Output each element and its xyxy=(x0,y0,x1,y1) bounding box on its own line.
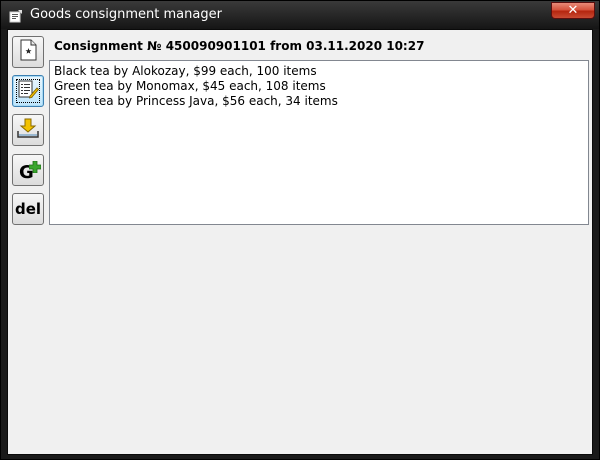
add-goods-button[interactable]: G xyxy=(12,154,44,186)
app-window: Goods consignment manager ✕ G del Consig… xyxy=(0,0,600,460)
new-document-button[interactable] xyxy=(12,36,44,68)
focus-rectangle xyxy=(16,79,40,103)
new-document-icon xyxy=(18,39,38,65)
client-area: G del Consignment № 450090901101 from 03… xyxy=(7,29,593,455)
window-title: Goods consignment manager xyxy=(30,7,222,22)
delete-button[interactable]: del xyxy=(12,193,44,225)
close-icon: ✕ xyxy=(567,3,579,18)
list-item[interactable]: Black tea by Alokozay, $99 each, 100 ite… xyxy=(50,64,588,79)
title-bar[interactable]: Goods consignment manager ✕ xyxy=(1,1,599,29)
list-item[interactable]: Green tea by Monomax, $45 each, 108 item… xyxy=(50,79,588,94)
list-item[interactable]: Green tea by Princess Java, $56 each, 34… xyxy=(50,94,588,109)
app-icon[interactable] xyxy=(9,8,23,23)
consignment-heading: Consignment № 450090901101 from 03.11.20… xyxy=(54,39,425,53)
plus-icon xyxy=(28,158,42,177)
edit-document-button[interactable] xyxy=(12,75,44,107)
save-download-button[interactable] xyxy=(12,114,44,146)
delete-label: del xyxy=(14,199,42,218)
goods-listbox[interactable]: Black tea by Alokozay, $99 each, 100 ite… xyxy=(49,60,589,225)
close-button[interactable]: ✕ xyxy=(551,2,595,19)
download-tray-icon xyxy=(16,117,40,143)
